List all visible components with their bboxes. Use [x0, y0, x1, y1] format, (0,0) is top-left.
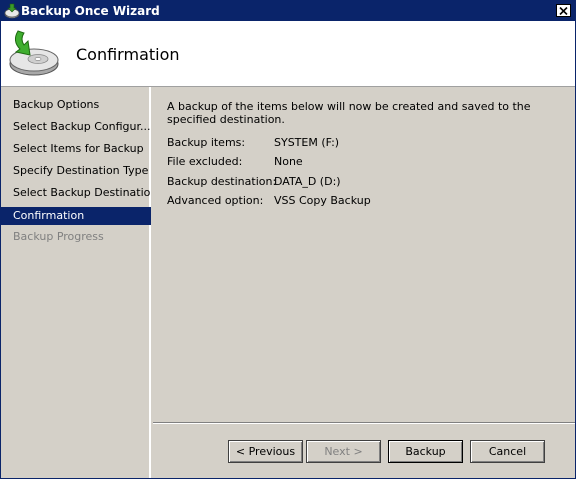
sidebar-item-select-backup-destination[interactable]: Select Backup Destination	[1, 184, 151, 202]
sidebar-item-select-backup-configuration[interactable]: Select Backup Configur...	[1, 118, 151, 136]
backup-destination-label: Backup destination:	[167, 175, 277, 188]
backup-items-value: SYSTEM (F:)	[274, 136, 340, 149]
backup-wizard-icon	[4, 3, 20, 19]
wizard-steps-sidebar: Backup Options Select Backup Configur...…	[1, 87, 151, 478]
close-icon	[559, 6, 568, 15]
cancel-button[interactable]: Cancel	[470, 440, 545, 463]
next-button: Next >	[306, 440, 381, 463]
sidebar-item-confirmation[interactable]: Confirmation	[1, 207, 151, 225]
confirmation-panel: A backup of the items below will now be …	[153, 87, 575, 421]
confirmation-intro-text: A backup of the items below will now be …	[167, 100, 531, 126]
disk-backup-icon	[8, 27, 60, 79]
wizard-window: Backup Once Wizard Confirmation Backup O…	[0, 0, 576, 479]
sidebar-item-backup-progress: Backup Progress	[13, 230, 104, 243]
window-title: Backup Once Wizard	[21, 4, 160, 18]
wizard-header: Confirmation	[1, 21, 575, 87]
title-bar[interactable]: Backup Once Wizard	[1, 1, 575, 21]
page-title: Confirmation	[76, 45, 180, 64]
backup-items-label: Backup items:	[167, 136, 246, 149]
sidebar-item-specify-destination-type[interactable]: Specify Destination Type	[1, 162, 151, 180]
backup-destination-value: DATA_D (D:)	[274, 175, 341, 188]
advanced-option-value: VSS Copy Backup	[274, 194, 371, 207]
footer-divider	[153, 423, 575, 424]
sidebar-item-select-items-for-backup[interactable]: Select Items for Backup	[1, 140, 151, 158]
advanced-option-label: Advanced option:	[167, 194, 264, 207]
previous-button[interactable]: < Previous	[228, 440, 303, 463]
file-excluded-value: None	[274, 155, 303, 168]
wizard-footer: < Previous Next > Backup Cancel	[153, 422, 575, 479]
backup-button[interactable]: Backup	[388, 440, 463, 463]
file-excluded-label: File excluded:	[167, 155, 243, 168]
sidebar-item-backup-options[interactable]: Backup Options	[1, 96, 151, 114]
close-button[interactable]	[556, 4, 571, 17]
